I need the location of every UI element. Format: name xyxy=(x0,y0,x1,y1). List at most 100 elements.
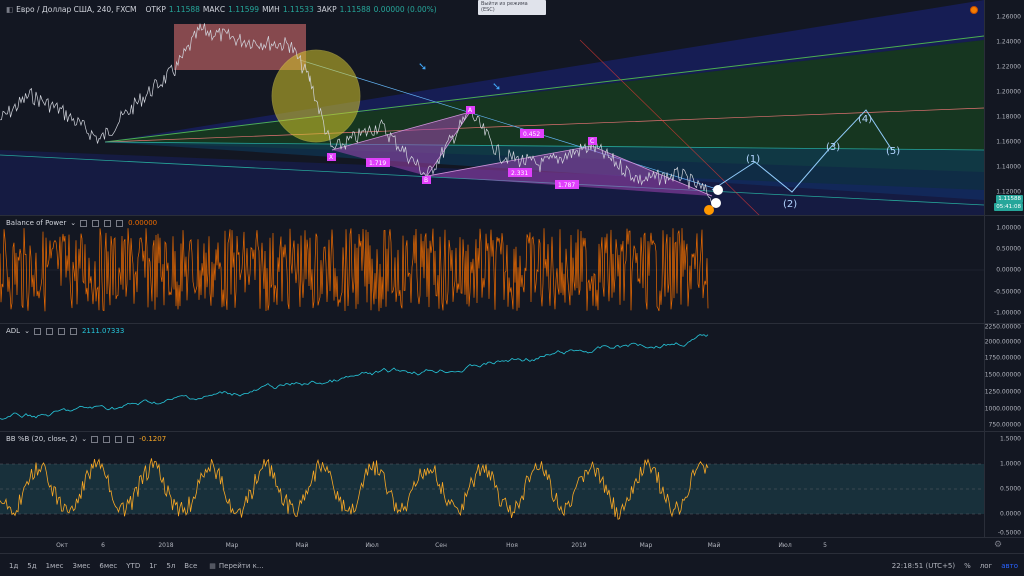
price-tick: 1.16000 xyxy=(996,138,1021,146)
exit-mode-tooltip[interactable]: Выйти из режима (ESC) xyxy=(478,0,546,15)
bop-tick: -1.00000 xyxy=(994,309,1021,317)
eye-icon[interactable] xyxy=(80,219,88,227)
ratio-3: 2.331 xyxy=(508,168,532,177)
bop-pane[interactable]: Balance of Power ⌄ 0.00000 1.00000 0.500… xyxy=(0,216,1024,324)
high-value: 1.11599 xyxy=(228,5,260,14)
settings-icon[interactable] xyxy=(103,435,111,443)
goto-date-button[interactable]: Перейти к... xyxy=(219,562,264,570)
price-axis[interactable]: 1.26000 1.24000 1.22000 1.20000 1.18000 … xyxy=(984,0,1024,215)
pattern-c-label: C xyxy=(590,138,594,145)
time-tick: Мар xyxy=(639,542,653,549)
close-icon[interactable] xyxy=(104,219,112,227)
range-1d[interactable]: 1д xyxy=(9,562,18,570)
eye-icon[interactable] xyxy=(91,435,99,443)
wave-label-4: (4) xyxy=(858,114,872,125)
ratio-4: 1.787 xyxy=(555,180,579,189)
ratio-2: 0.452 xyxy=(520,129,544,138)
close-icon[interactable] xyxy=(57,327,65,335)
adl-tick: 750.00000 xyxy=(988,421,1021,429)
time-axis[interactable]: Окт 6 2018 Мар Май Июл Сен Ноя 2019 Мар … xyxy=(0,538,1024,554)
bb-tick: 0.0000 xyxy=(1000,510,1021,518)
range-ytd[interactable]: YTD xyxy=(126,562,140,570)
bb-legend: BB %B (20, close, 2) ⌄ -0.1207 xyxy=(6,435,166,443)
range-1y[interactable]: 1г xyxy=(149,562,157,570)
more-icon[interactable] xyxy=(116,219,124,227)
chevron-down-icon[interactable]: ⌄ xyxy=(70,219,76,227)
range-1m[interactable]: 1мес xyxy=(46,562,64,570)
bop-axis[interactable]: 1.00000 0.50000 0.00000 -0.50000 -1.0000… xyxy=(984,216,1024,323)
close-icon[interactable] xyxy=(115,435,123,443)
settings-icon[interactable] xyxy=(45,327,53,335)
tooltip-line-2: (ESC) xyxy=(481,7,495,13)
end-marker-orange xyxy=(704,205,714,215)
ratio-4-label: 1.787 xyxy=(558,182,575,189)
range-3m[interactable]: 3мес xyxy=(72,562,90,570)
bb-pane[interactable]: BB %B (20, close, 2) ⌄ -0.1207 1.5000 1.… xyxy=(0,432,1024,538)
range-5y[interactable]: 5л xyxy=(166,562,175,570)
bottom-toolbar: 1д 5д 1мес 3мес 6мес YTD 1г 5л Все ▦ Пер… xyxy=(0,555,1024,576)
arrow-down-icon: ➘ xyxy=(492,80,501,93)
adl-tick: 1750.00000 xyxy=(984,354,1021,362)
high-label: МАКС xyxy=(202,5,226,14)
bb-tick: 1.0000 xyxy=(1000,460,1021,468)
settings-icon[interactable] xyxy=(92,219,100,227)
pattern-b-label: B xyxy=(424,177,428,184)
bop-value: 0.00000 xyxy=(128,219,158,227)
price-chart[interactable]: ➘ ➘ X A B C 1.719 0.452 2.331 1.787 (1) … xyxy=(0,0,984,215)
adl-pane[interactable]: ADL ⌄ 2111.07333 2250.00000 2000.00000 1… xyxy=(0,324,1024,432)
adl-axis[interactable]: 2250.00000 2000.00000 1750.00000 1500.00… xyxy=(984,324,1024,431)
more-icon[interactable] xyxy=(127,435,135,443)
pattern-point-b: B xyxy=(422,176,431,184)
close-value: 1.11588 xyxy=(339,5,371,14)
range-all[interactable]: Все xyxy=(184,562,197,570)
price-tick: 1.20000 xyxy=(996,88,1021,96)
pattern-point-a: A xyxy=(466,106,475,114)
range-6m[interactable]: 6мес xyxy=(99,562,117,570)
percent-scale-toggle[interactable]: % xyxy=(964,562,971,570)
bop-title[interactable]: Balance of Power xyxy=(6,219,66,227)
settings-gear-icon[interactable]: ⚙ xyxy=(994,540,1002,550)
low-label: МИН xyxy=(262,5,280,14)
chevron-down-icon[interactable]: ⌄ xyxy=(24,327,30,335)
end-marker-c xyxy=(713,185,723,195)
adl-legend: ADL ⌄ 2111.07333 xyxy=(6,327,124,335)
log-scale-toggle[interactable]: лог xyxy=(980,562,992,570)
price-plot[interactable]: ➘ ➘ X A B C 1.719 0.452 2.331 1.787 (1) … xyxy=(0,0,984,215)
time-tick: 6 xyxy=(101,542,105,549)
auto-scale-toggle[interactable]: авто xyxy=(1001,562,1018,570)
eye-icon[interactable] xyxy=(33,327,41,335)
symbol-legend: ◧ Евро / Доллар США, 240, FXCM ОТКР 1.115… xyxy=(6,5,437,14)
price-pane[interactable]: ➘ ➘ X A B C 1.719 0.452 2.331 1.787 (1) … xyxy=(0,0,1024,216)
time-tick: Июл xyxy=(778,542,792,549)
bb-chart xyxy=(0,458,984,520)
bb-axis[interactable]: 1.5000 1.0000 0.5000 0.0000 -0.5000 xyxy=(984,432,1024,537)
change-value: 0.00000 (0.00%) xyxy=(373,5,437,14)
time-tick: Мар xyxy=(225,542,239,549)
open-label: ОТКР xyxy=(145,5,166,14)
chevron-down-icon[interactable]: ⌄ xyxy=(81,435,87,443)
chart-icon[interactable]: ◧ xyxy=(6,5,13,14)
alert-indicator-icon[interactable] xyxy=(970,6,978,14)
range-5d[interactable]: 5д xyxy=(27,562,36,570)
highlight-ellipse xyxy=(271,49,361,143)
pattern-point-x: X xyxy=(327,153,336,161)
adl-plot[interactable] xyxy=(0,324,984,431)
calendar-icon[interactable]: ▦ xyxy=(209,562,216,570)
wave-label-1: (1) xyxy=(746,154,760,165)
countdown-tag: 05:41:08 xyxy=(994,203,1023,211)
clock-display[interactable]: 22:18:51 (UTC+5) xyxy=(892,562,955,570)
bop-plot[interactable] xyxy=(0,216,984,323)
time-tick: Май xyxy=(295,542,309,549)
adl-title[interactable]: ADL xyxy=(6,327,20,335)
more-icon[interactable] xyxy=(69,327,77,335)
price-tick: 1.26000 xyxy=(996,13,1021,21)
bb-title[interactable]: BB %B (20, close, 2) xyxy=(6,435,77,443)
time-tick: Окт xyxy=(56,542,68,549)
bb-plot[interactable] xyxy=(0,432,984,537)
time-tick: 5 xyxy=(823,542,827,549)
bb-value: -0.1207 xyxy=(139,435,167,443)
adl-tick: 2000.00000 xyxy=(984,338,1021,346)
price-tick: 1.22000 xyxy=(996,63,1021,71)
symbol-title[interactable]: Евро / Доллар США, 240, FXCM xyxy=(16,5,136,14)
arrow-down-icon: ➘ xyxy=(418,60,427,73)
